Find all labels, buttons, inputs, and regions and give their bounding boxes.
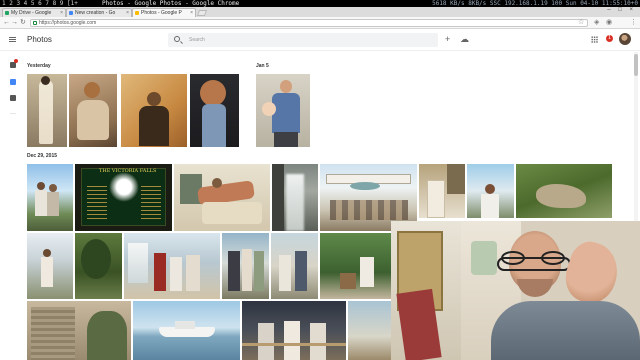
section-date-label: Dec 29, 2015 — [27, 153, 58, 159]
section-date-label: Yesterday — [27, 63, 51, 69]
create-plus-icon[interactable]: + — [445, 34, 450, 44]
reload-icon[interactable]: ↻ — [20, 18, 26, 28]
albums-icon[interactable] — [10, 95, 16, 101]
photo-thumbnail[interactable] — [272, 164, 318, 231]
app-title: Photos — [27, 35, 52, 44]
scrollbar-thumb[interactable] — [634, 54, 638, 76]
photo-thumbnail[interactable] — [121, 74, 187, 147]
more-dots-icon[interactable]: ··· — [10, 111, 18, 118]
photo-thumbnail[interactable] — [27, 74, 67, 147]
assistant-badge — [14, 59, 18, 63]
tab-label: Photos - Google P — [141, 10, 182, 16]
menu-dots-icon[interactable]: ⋮ — [630, 19, 637, 27]
address-bar[interactable]: https://photos.google.com — [30, 19, 588, 27]
upload-cloud-icon[interactable]: ☁ — [460, 34, 469, 44]
close-icon[interactable]: × — [126, 9, 129, 17]
window-title: Photos - Google Photos - Google Chrome — [102, 0, 240, 7]
search-input[interactable]: Search — [189, 37, 205, 43]
photo-thumbnail[interactable] — [242, 301, 346, 360]
photo-thumbnail[interactable] — [348, 301, 391, 360]
close-icon[interactable]: × — [190, 9, 193, 17]
photo-thumbnail[interactable] — [516, 164, 612, 218]
tab-drive[interactable]: My Drive - Google × — [2, 8, 66, 17]
tab-label: My Drive - Google — [11, 10, 52, 16]
account-avatar[interactable] — [619, 33, 631, 45]
photo-thumbnail[interactable] — [320, 233, 391, 299]
extension-icon[interactable]: ◈ — [594, 19, 599, 27]
photo-thumbnail[interactable] — [27, 301, 131, 360]
tab-strip: My Drive - Google × New creation - Go × … — [0, 7, 640, 17]
system-status: 5618 KB/s 8KB/s SSC 192.168.1.19 100 Sun… — [432, 0, 638, 7]
notification-badge[interactable]: 1 — [606, 35, 613, 42]
back-arrow-icon[interactable]: ← — [3, 18, 10, 28]
search-bar[interactable]: Search — [168, 33, 438, 47]
photo-thumbnail[interactable] — [271, 233, 318, 299]
tab-photos[interactable]: Photos - Google P × — [132, 8, 196, 17]
photos-header: Photos Search + ☁ 1 — [0, 29, 640, 51]
photo-thumbnail[interactable] — [467, 164, 514, 218]
apps-grid-icon[interactable] — [591, 36, 598, 43]
forward-arrow-icon[interactable]: → — [11, 18, 18, 28]
photo-thumbnail[interactable] — [27, 164, 73, 231]
bookmark-star-icon[interactable]: ☆ — [578, 19, 584, 27]
extension-icon[interactable]: ◉ — [606, 19, 612, 27]
docs-icon — [69, 11, 73, 15]
search-icon[interactable] — [174, 36, 180, 42]
section-date-label: Jan 5 — [256, 63, 269, 69]
photo-thumbnail[interactable] — [419, 164, 465, 218]
photos-nav-icon[interactable] — [10, 79, 16, 85]
new-tab-button[interactable] — [196, 10, 208, 16]
photos-icon — [135, 11, 139, 15]
photo-thumbnail[interactable]: THE VICTORIA FALLS — [75, 164, 172, 231]
window-manager-bar: 1 2 3 4 5 6 7 8 9 [1+ Photos - Google Ph… — [0, 0, 640, 7]
window-controls[interactable]: – □ × — [607, 7, 636, 13]
tab-new-creation[interactable]: New creation - Go × — [66, 8, 132, 17]
photo-thumbnail[interactable] — [69, 74, 117, 147]
photo-thumbnail[interactable] — [174, 164, 270, 231]
tab-label: New creation - Go — [75, 10, 116, 16]
lock-icon — [33, 21, 37, 25]
photo-thumbnail[interactable] — [75, 233, 122, 299]
drive-icon — [5, 11, 9, 15]
photo-thumbnail[interactable] — [27, 233, 73, 299]
photo-thumbnail[interactable] — [256, 74, 310, 147]
browser-toolbar: ← → ↻ https://photos.google.com ☆ ◈ ◉ ⋮ — [0, 17, 640, 29]
close-icon[interactable]: × — [60, 9, 63, 17]
photo-thumbnail[interactable] — [133, 301, 240, 360]
photo-thumbnail[interactable] — [222, 233, 269, 299]
photo-thumbnail[interactable] — [124, 233, 220, 299]
main-menu-icon[interactable] — [9, 37, 16, 42]
url-text: https://photos.google.com — [39, 20, 97, 26]
workspace-list[interactable]: 1 2 3 4 5 6 7 8 9 [1+ — [2, 0, 78, 7]
webcam-overlay — [391, 221, 640, 360]
photo-thumbnail[interactable] — [190, 74, 239, 147]
